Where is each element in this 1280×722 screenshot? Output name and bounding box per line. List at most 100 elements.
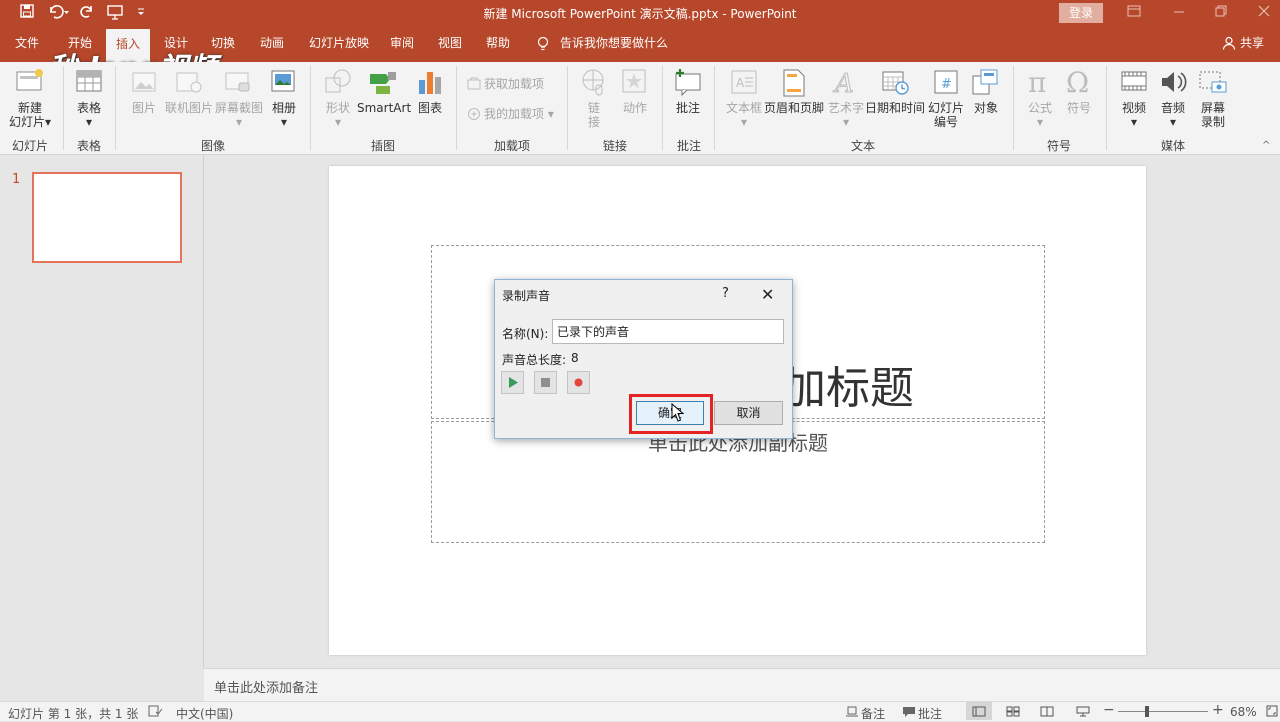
audio-button[interactable]: 音频 ▾ <box>1155 101 1191 129</box>
tab-animations[interactable]: 动画 <box>260 34 284 51</box>
dialog-title: 录制声音 <box>502 289 551 303</box>
new-slide-label: 新建 <box>17 101 42 115</box>
smartart-button[interactable]: SmartArt <box>357 101 411 115</box>
screenshot-button[interactable]: 屏幕截图 ▾ <box>214 101 264 129</box>
shapes-button[interactable]: 形状 ▾ <box>320 101 356 129</box>
action-button[interactable]: 动作 <box>617 101 653 115</box>
datetime-icon[interactable] <box>881 68 909 96</box>
comment-icon[interactable] <box>674 66 704 96</box>
header-footer-button[interactable]: 页眉和页脚 <box>764 101 824 115</box>
tab-help[interactable]: 帮助 <box>486 34 510 51</box>
group-label-addins: 加载项 <box>493 139 530 153</box>
zoom-out-button[interactable]: − <box>1103 702 1115 718</box>
play-button[interactable] <box>501 371 524 394</box>
ok-button[interactable]: 确定 <box>636 401 704 425</box>
screen-rec-label-1: 屏幕 <box>1200 101 1225 115</box>
textbox-button[interactable]: 文本框 ▾ <box>724 101 764 129</box>
language-status[interactable]: 中文(中国) <box>176 705 233 722</box>
group-separator <box>310 66 311 150</box>
login-button[interactable]: 登录 <box>1059 3 1103 23</box>
new-slide-button[interactable]: 新建 幻灯片▾ <box>8 101 52 129</box>
audio-icon[interactable] <box>1159 68 1189 96</box>
table-button[interactable]: 表格 ▾ <box>70 101 108 129</box>
smartart-icon[interactable] <box>368 68 398 96</box>
object-button[interactable]: 对象 <box>968 101 1004 115</box>
dialog-close-button[interactable]: ✕ <box>761 285 774 304</box>
table-icon[interactable] <box>76 70 102 94</box>
record-button[interactable] <box>567 371 590 394</box>
table-label: 表格 <box>76 101 101 115</box>
zoom-slider-thumb[interactable] <box>1145 706 1149 717</box>
group-separator <box>456 66 457 150</box>
equation-label: 公式 <box>1027 101 1052 115</box>
comment-button[interactable]: 批注 <box>670 101 706 115</box>
normal-view-icon <box>972 706 986 717</box>
header-footer-icon[interactable] <box>782 68 806 98</box>
play-icon <box>509 377 518 388</box>
screen-recording-button[interactable]: 屏幕 录制 <box>1193 101 1233 129</box>
store-icon <box>467 76 481 90</box>
zoom-slider-track[interactable] <box>1118 711 1208 712</box>
stop-icon <box>541 378 550 387</box>
zoom-in-button[interactable]: + <box>1212 702 1224 718</box>
equation-button[interactable]: 公式 ▾ <box>1022 101 1058 129</box>
group-label-text: 文本 <box>850 139 875 153</box>
new-slide-label-2: 幻灯片 <box>8 115 45 129</box>
video-icon[interactable] <box>1120 68 1148 96</box>
textbox-icon: A <box>730 68 758 96</box>
slide-sorter-icon[interactable] <box>1006 706 1020 717</box>
my-addins-button[interactable]: 我的加载项 ▾ <box>484 107 554 121</box>
album-button[interactable]: 相册 ▾ <box>266 101 302 129</box>
collapse-ribbon-icon[interactable]: ^ <box>1262 140 1270 151</box>
datetime-button[interactable]: 日期和时间 <box>865 101 925 115</box>
share-button[interactable]: 共享 <box>1240 34 1264 51</box>
chart-icon[interactable] <box>416 68 444 96</box>
spelling-check-icon[interactable] <box>148 705 162 717</box>
restore-icon[interactable] <box>1214 4 1228 18</box>
screen-recording-icon[interactable] <box>1198 68 1228 96</box>
chart-button[interactable]: 图表 <box>412 101 448 115</box>
stop-button[interactable] <box>534 371 557 394</box>
picture-button[interactable]: 图片 <box>126 101 162 115</box>
slide-thumbnail[interactable] <box>32 172 182 263</box>
online-picture-button[interactable]: 联机图片 <box>163 101 215 115</box>
textbox-label: 文本框 <box>725 101 762 115</box>
album-icon[interactable] <box>269 68 297 96</box>
link-button[interactable]: 链接 <box>582 101 606 129</box>
tell-me-search[interactable]: 告诉我你想要做什么 <box>560 34 668 51</box>
record-icon <box>574 378 583 387</box>
object-icon[interactable] <box>971 68 999 96</box>
shapes-icon <box>324 68 352 96</box>
notes-toggle-button[interactable]: 备注 <box>861 705 885 722</box>
slide-number-icon[interactable]: # <box>933 68 959 96</box>
tab-slideshow[interactable]: 幻灯片放映 <box>309 34 369 51</box>
group-separator <box>1106 66 1107 150</box>
omega-icon: Ω <box>1066 66 1090 99</box>
sound-name-input[interactable] <box>552 319 784 344</box>
fit-slide-icon[interactable] <box>1266 705 1278 717</box>
tab-view[interactable]: 视图 <box>438 34 462 51</box>
share-person-icon <box>1222 36 1236 50</box>
reading-view-icon[interactable] <box>1040 706 1054 717</box>
tab-review[interactable]: 审阅 <box>390 34 414 51</box>
slide-number-label-2: 编号 <box>933 115 958 129</box>
lightbulb-icon <box>537 36 549 52</box>
notes-pane[interactable] <box>204 668 1280 701</box>
video-button[interactable]: 视频 ▾ <box>1116 101 1152 129</box>
group-separator <box>115 66 116 150</box>
close-window-icon[interactable] <box>1257 4 1271 18</box>
wordart-button[interactable]: 艺术字 ▾ <box>826 101 866 129</box>
comments-toggle-button[interactable]: 批注 <box>918 705 942 722</box>
new-slide-icon[interactable] <box>14 68 46 96</box>
cancel-button[interactable]: 取消 <box>714 401 783 425</box>
slideshow-view-icon[interactable] <box>1076 706 1090 717</box>
slide-number-button[interactable]: 幻灯片 编号 <box>926 101 966 129</box>
tab-file[interactable]: 文件 <box>15 34 39 51</box>
get-addins-button[interactable]: 获取加载项 <box>484 77 544 91</box>
dialog-help-button[interactable]: ? <box>722 286 729 301</box>
minimize-icon[interactable] <box>1172 4 1186 18</box>
svg-text:#: # <box>941 77 952 92</box>
ribbon-display-options-icon[interactable] <box>1127 4 1141 18</box>
zoom-level[interactable]: 68% <box>1230 705 1257 719</box>
symbol-button[interactable]: 符号 <box>1061 101 1097 115</box>
